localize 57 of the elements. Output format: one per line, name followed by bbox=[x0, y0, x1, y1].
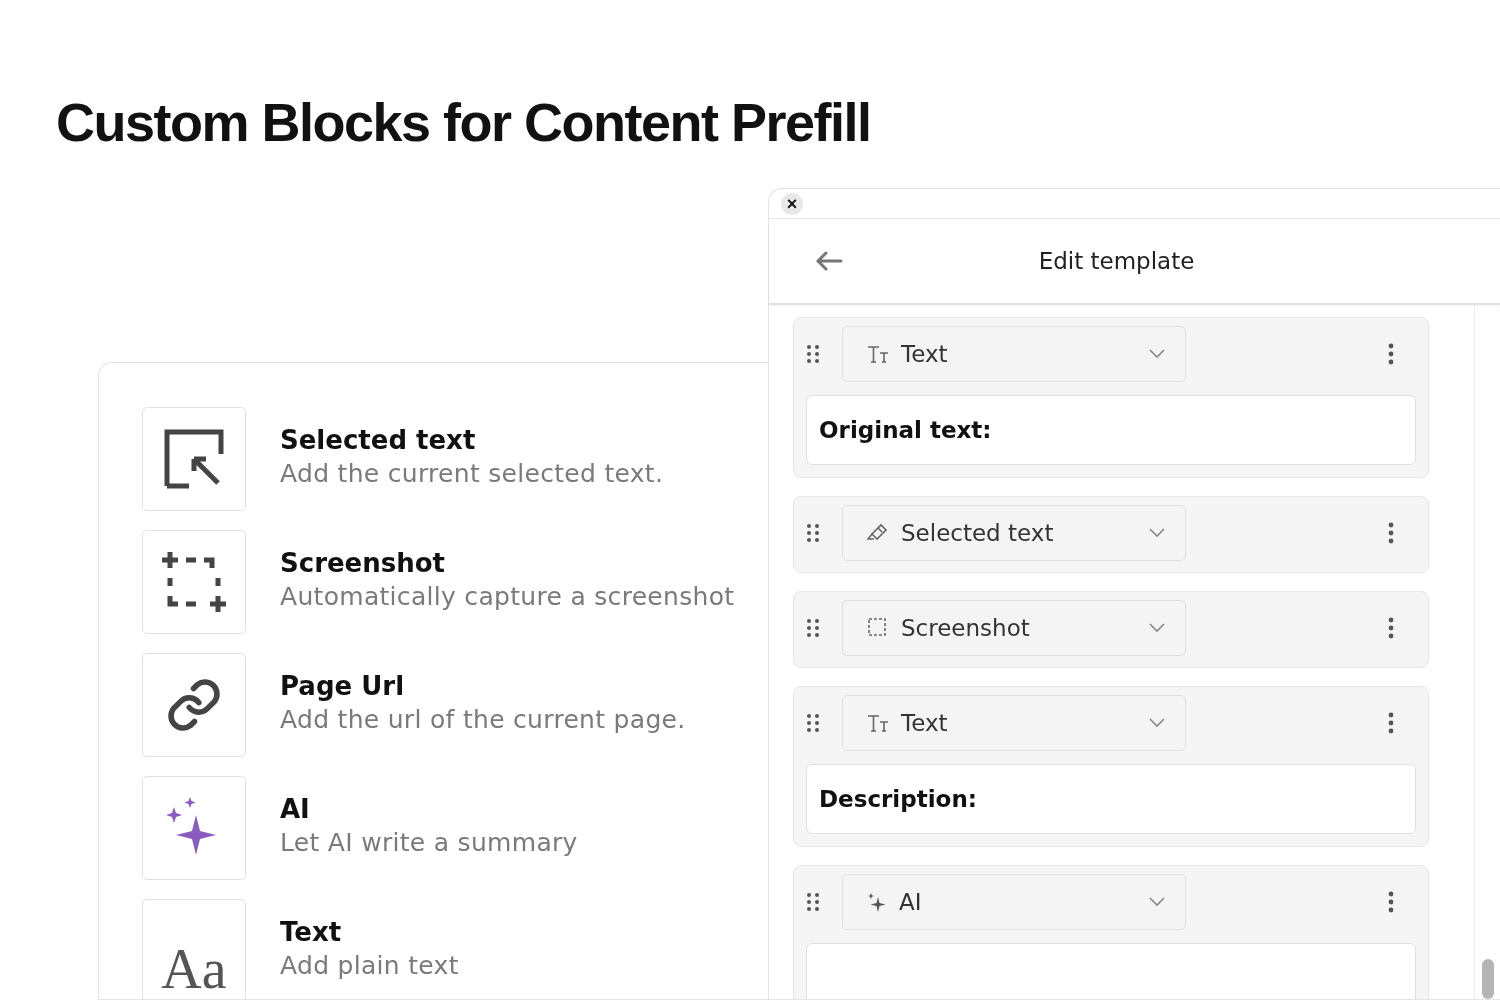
block-description: Automatically capture a screenshot bbox=[280, 581, 735, 613]
block-icon-tile[interactable] bbox=[142, 407, 246, 511]
block-type-dropdown[interactable]: Screenshot bbox=[842, 599, 1186, 656]
block-title: AI bbox=[280, 793, 311, 826]
text-type-icon bbox=[867, 713, 889, 732]
block-text-field[interactable]: Description: bbox=[806, 764, 1416, 834]
page-heading: Custom Blocks for Content Prefill bbox=[56, 91, 872, 154]
block-description: Add the current selected text. bbox=[280, 458, 664, 490]
close-button[interactable]: × bbox=[781, 192, 803, 215]
cursor-select-icon bbox=[164, 429, 224, 489]
more-button[interactable] bbox=[1388, 342, 1394, 365]
text-glyph-icon: Aa bbox=[161, 941, 227, 997]
chevron-down-icon bbox=[1149, 348, 1165, 359]
block-title: Page Url bbox=[280, 670, 406, 703]
link-icon bbox=[165, 676, 223, 734]
chevron-down-icon bbox=[1149, 717, 1165, 728]
more-button[interactable] bbox=[1388, 890, 1394, 913]
more-vertical-icon bbox=[1388, 711, 1394, 734]
scrollbar-thumb[interactable] bbox=[1481, 959, 1494, 999]
drag-handle-icon[interactable] bbox=[806, 617, 820, 638]
block-icon-tile[interactable] bbox=[142, 776, 246, 880]
block-description: Let AI write a summary bbox=[280, 827, 578, 859]
drag-handle-icon[interactable] bbox=[806, 891, 820, 912]
block-type-dropdown[interactable]: Selected text bbox=[842, 504, 1186, 561]
block-title: Selected text bbox=[280, 424, 477, 457]
screenshot-crop-icon bbox=[160, 550, 228, 614]
more-vertical-icon bbox=[1388, 342, 1394, 365]
text-type-icon bbox=[867, 344, 889, 363]
more-vertical-icon bbox=[1388, 616, 1394, 639]
block-description: Add plain text bbox=[280, 950, 459, 982]
block-type-dropdown[interactable]: Text bbox=[842, 694, 1186, 751]
block-description: Add the url of the current page. bbox=[280, 704, 686, 736]
block-icon-tile[interactable] bbox=[142, 653, 246, 757]
screenshot-crop-icon bbox=[867, 616, 889, 639]
chevron-down-icon bbox=[1149, 527, 1165, 538]
back-arrow-icon bbox=[815, 250, 843, 272]
more-vertical-icon bbox=[1388, 890, 1394, 913]
drag-handle-icon[interactable] bbox=[806, 712, 820, 733]
block-type-dropdown[interactable]: AI bbox=[842, 873, 1186, 930]
block-text-field[interactable]: Original text: bbox=[806, 395, 1416, 465]
more-button[interactable] bbox=[1388, 711, 1394, 734]
panel-title: Edit template bbox=[1037, 248, 1196, 274]
block-title: Text bbox=[280, 916, 343, 949]
block-icon-tile[interactable]: Aa bbox=[142, 899, 246, 1000]
back-button[interactable] bbox=[815, 250, 843, 272]
more-button[interactable] bbox=[1388, 521, 1394, 544]
highlighter-icon bbox=[867, 522, 889, 543]
more-button[interactable] bbox=[1388, 616, 1394, 639]
chevron-down-icon bbox=[1149, 622, 1165, 633]
block-text-field[interactable] bbox=[806, 943, 1416, 999]
more-vertical-icon bbox=[1388, 521, 1394, 544]
drag-handle-icon[interactable] bbox=[806, 522, 820, 543]
block-title: Screenshot bbox=[280, 547, 446, 580]
drag-handle-icon[interactable] bbox=[806, 343, 820, 364]
block-type-dropdown[interactable]: Text bbox=[842, 325, 1186, 382]
block-icon-tile[interactable] bbox=[142, 530, 246, 634]
chevron-down-icon bbox=[1149, 896, 1165, 907]
